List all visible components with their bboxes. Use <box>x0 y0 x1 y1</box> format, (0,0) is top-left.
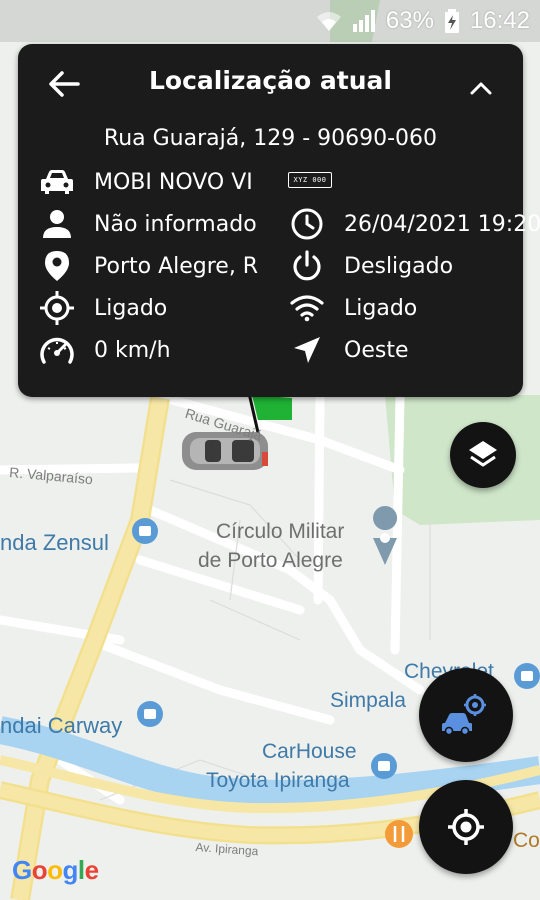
speed-row: 0 km/h <box>38 332 258 368</box>
poi-label-hyundai[interactable]: ndai Carway <box>0 713 122 739</box>
ignition-value: Desligado <box>344 253 454 279</box>
layers-icon <box>469 441 497 467</box>
locate-vehicle-button[interactable] <box>419 668 513 762</box>
poi-label-carhouse-line1[interactable]: CarHouse <box>262 740 357 764</box>
address-text: Rua Guarajá, 129 - 90690-060 <box>103 126 438 151</box>
city-row: Porto Alegre, RS <box>38 248 258 284</box>
battery-percent: 63% <box>385 7 434 34</box>
vehicle-row: MOBI NOVO VI <box>38 164 258 200</box>
battery-charging-icon <box>444 9 459 33</box>
direction-value: Oeste <box>344 337 409 363</box>
speedometer-icon <box>38 332 76 368</box>
poi-shop-icon-hyundai <box>137 701 163 727</box>
gps-icon <box>38 290 76 326</box>
poi-label-circulo-line1[interactable]: Círculo Militar <box>216 520 344 544</box>
car-locate-icon <box>442 694 486 736</box>
poi-shop-icon-honda <box>132 518 158 544</box>
datetime-value: 26/04/2021 19:20 <box>344 211 540 237</box>
city-value: Porto Alegre, RS <box>94 253 258 279</box>
poi-shop-icon-chevrolet <box>514 663 540 689</box>
gps-value: Ligado <box>94 295 168 321</box>
poi-label-corner[interactable]: Co <box>513 829 540 853</box>
clock: 16:42 <box>469 7 530 34</box>
location-card: Localização atual Rua Guarajá, 129 - 906… <box>18 44 540 397</box>
card-title: Localização atual <box>149 66 392 95</box>
car-icon <box>38 164 76 200</box>
plate-icon: XYZ 000 <box>288 172 332 188</box>
map-layers-button[interactable] <box>450 422 516 488</box>
gps-row: Ligado <box>38 290 258 326</box>
my-location-button[interactable] <box>419 780 513 874</box>
location-pin-icon <box>38 248 76 284</box>
datetime-row: 26/04/2021 19:20 <box>288 206 540 242</box>
driver-row: Não informado <box>38 206 258 242</box>
cell-signal-icon <box>352 10 375 32</box>
signal-value: Ligado <box>344 295 418 321</box>
crosshair-icon <box>448 809 484 845</box>
poi-label-honda[interactable]: nda Zensul <box>0 530 109 556</box>
poi-label-simpala[interactable]: Simpala <box>330 689 406 713</box>
power-icon <box>288 248 326 284</box>
speed-value: 0 km/h <box>94 337 171 363</box>
signal-row: Ligado <box>288 290 540 326</box>
clock-icon <box>288 206 326 242</box>
navigation-arrow-icon <box>288 332 326 368</box>
poi-shop-icon-carhouse <box>371 753 397 779</box>
poi-label-circulo-line2[interactable]: de Porto Alegre <box>198 549 343 573</box>
poi-restaurant-icon <box>385 820 413 848</box>
chevron-up-icon[interactable] <box>463 70 499 106</box>
wifi-signal-icon <box>288 290 326 326</box>
person-icon <box>38 206 76 242</box>
status-bar: 63% 16:42 <box>0 0 540 42</box>
ignition-row: Desligado <box>288 248 540 284</box>
driver-name: Não informado <box>94 211 257 237</box>
direction-row: Oeste <box>288 332 540 368</box>
google-logo: Google <box>12 855 99 885</box>
wifi-icon <box>316 12 341 31</box>
vehicle-name: MOBI NOVO VI <box>94 169 253 195</box>
poi-label-carhouse-line2[interactable]: Toyota Ipiranga <box>206 769 350 793</box>
